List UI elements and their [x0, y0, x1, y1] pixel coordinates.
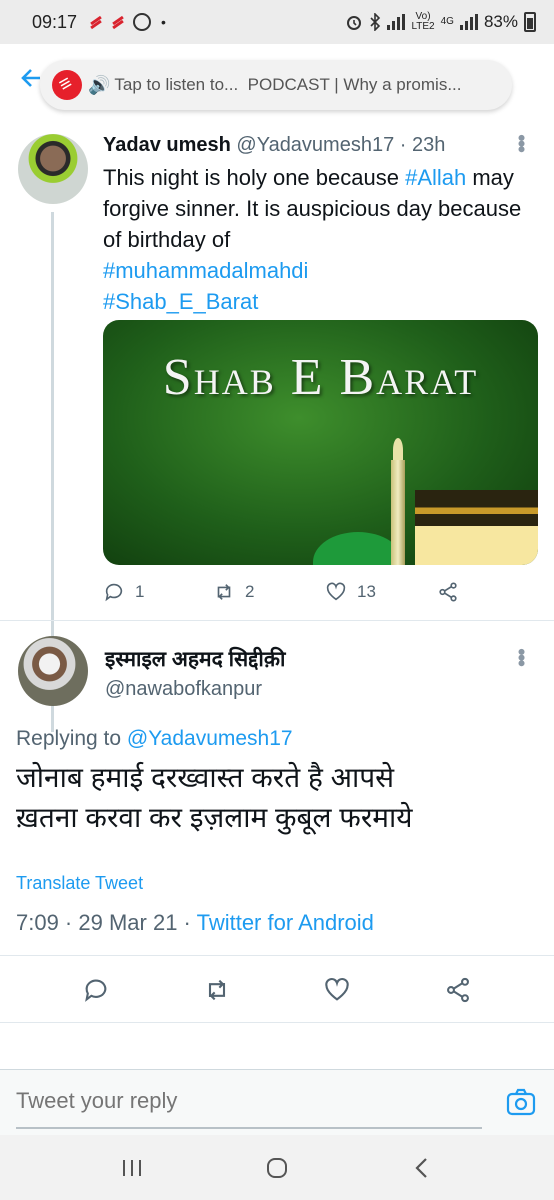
battery-percent: 83%: [483, 12, 518, 31]
signal-icon: [459, 14, 478, 30]
retweet-icon[interactable]: [203, 976, 231, 1004]
kaaba-building: [415, 490, 538, 565]
alarm-icon: [347, 16, 362, 30]
tweet-actions: 1 2 13: [103, 578, 533, 606]
avatar[interactable]: [18, 134, 88, 204]
author-handle[interactable]: @nawabofkanpur: [105, 678, 262, 701]
more-notifications-dot: •: [161, 14, 166, 30]
divider: [0, 955, 554, 956]
reply-count: 1: [135, 582, 145, 601]
recent-apps-button[interactable]: [112, 1148, 152, 1188]
home-icon: [266, 1157, 287, 1178]
share-button[interactable]: [437, 581, 459, 603]
reply-composer: [0, 1069, 554, 1135]
status-time: 09:17: [32, 11, 78, 32]
translate-tweet-link[interactable]: Translate Tweet: [16, 873, 143, 894]
more-options-icon[interactable]: •••: [508, 648, 534, 665]
spacer: [0, 1030, 554, 1070]
author-handle[interactable]: @Yadavumesh17: [236, 134, 394, 156]
reply-text: जोनाब हमाई दरख्वास्त करते है आपसे ख़तना …: [16, 762, 413, 833]
share-icon[interactable]: [444, 976, 472, 1004]
image-caption-text: Shab E Barat: [162, 349, 479, 406]
heart-icon: [326, 582, 346, 601]
recent-apps-icon: [123, 1159, 142, 1176]
bluetooth-icon: [370, 13, 381, 31]
mosque-dome: [313, 532, 403, 565]
minaret: [391, 460, 405, 565]
tweet-metadata: 7:09 · 29 Mar 21 · Twitter for Android: [16, 910, 374, 936]
retweet-button[interactable]: 2: [213, 581, 325, 603]
app-notification-icon: [111, 15, 125, 29]
like-count: 13: [357, 582, 376, 601]
back-icon: [415, 1157, 427, 1178]
author-name[interactable]: इस्माइल अहमद सिद्दीक़ी: [105, 645, 285, 673]
retweet-icon: [217, 584, 231, 600]
camera-icon[interactable]: [506, 1088, 536, 1116]
author-name[interactable]: Yadav umesh: [103, 134, 231, 156]
tweet-time: · 23h: [399, 134, 446, 156]
share-icon: [439, 582, 457, 602]
back-arrow-icon[interactable]: [20, 64, 42, 96]
mention-link[interactable]: @Yadavumesh17: [127, 727, 293, 750]
status-bar: 09:17 • Vo) LTE2 4G 83%: [0, 0, 554, 44]
hashtag-link[interactable]: #Allah: [405, 165, 466, 190]
replying-to: Replying to @Yadavumesh17: [16, 727, 293, 750]
tweet-reply-input[interactable]: [16, 1088, 486, 1114]
reply-icon[interactable]: [82, 976, 110, 1004]
input-underline: [16, 1127, 482, 1129]
volte-indicator: Vo) LTE2: [411, 11, 435, 32]
minaret-top: [393, 438, 403, 462]
like-button[interactable]: 13: [325, 581, 437, 603]
avatar[interactable]: [18, 636, 88, 706]
system-navigation-bar: [0, 1135, 554, 1200]
tweet-text: This night is holy one because #Allah ma…: [103, 165, 522, 314]
divider: [0, 1022, 554, 1023]
signal-icon: [387, 14, 406, 30]
network-type: 4G: [440, 16, 454, 27]
battery-icon: [524, 12, 536, 32]
more-options-icon[interactable]: •••: [508, 134, 534, 151]
speaker-icon: 🔊: [88, 74, 111, 95]
back-button[interactable]: [402, 1148, 442, 1188]
divider: [0, 620, 554, 621]
tweet-timestamp: 7:09 · 29 Mar 21 ·: [16, 910, 191, 935]
heart-icon[interactable]: [323, 976, 351, 1004]
tweet-source-link[interactable]: Twitter for Android: [197, 910, 374, 935]
hashtag-link[interactable]: #Shab_E_Barat: [103, 289, 258, 314]
reply-actions: [0, 960, 554, 1020]
retweet-count: 2: [245, 582, 255, 601]
reply-button[interactable]: 1: [103, 581, 213, 603]
reply-icon: [105, 583, 123, 602]
whatsapp-icon: [133, 13, 152, 31]
app-notification-icon: [89, 15, 103, 29]
tweet-header: Yadav umesh @Yadavumesh17 · 23h: [103, 134, 533, 157]
tweet-image[interactable]: Shab E Barat: [103, 320, 538, 565]
home-button[interactable]: [257, 1148, 297, 1188]
podcast-label: Tap to listen to... PODCAST | Why a prom…: [114, 75, 462, 94]
parent-tweet[interactable]: Yadav umesh @Yadavumesh17 · 23h ••• This…: [0, 120, 554, 732]
podcast-header: 🔊 Tap to listen to... PODCAST | Why a pr…: [0, 44, 554, 120]
hashtag-link[interactable]: #muhammadalmahdi: [103, 258, 308, 283]
podcast-logo-icon: [52, 70, 82, 100]
podcast-player-pill[interactable]: 🔊 Tap to listen to... PODCAST | Why a pr…: [40, 60, 512, 110]
